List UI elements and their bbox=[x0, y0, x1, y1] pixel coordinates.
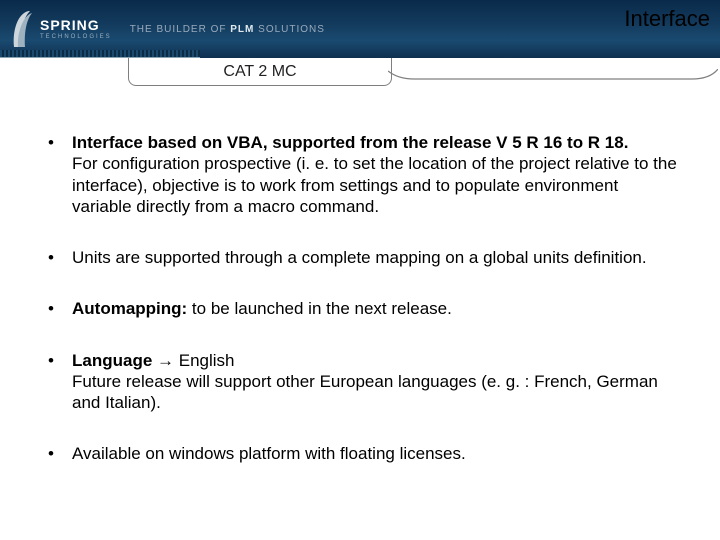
bullet4-strong: Language bbox=[72, 351, 152, 370]
header-bar: SPRING TECHNOLOGIES THE BUILDER OF PLM S… bbox=[0, 0, 720, 58]
header-pattern-strip bbox=[0, 50, 200, 58]
list-item: Automapping: to be launched in the next … bbox=[42, 298, 682, 319]
bullet5-text: Available on windows platform with float… bbox=[72, 444, 466, 463]
spring-logo-icon bbox=[10, 7, 36, 51]
bullet1-strong: Interface based on VBA, supported from t… bbox=[72, 133, 628, 152]
bullet-list: Interface based on VBA, supported from t… bbox=[42, 132, 682, 465]
logo-text-block: SPRING TECHNOLOGIES bbox=[40, 18, 112, 40]
list-item: Interface based on VBA, supported from t… bbox=[42, 132, 682, 217]
tab-cat2mc: CAT 2 MC bbox=[128, 58, 392, 86]
bullet3-strong: Automapping: bbox=[72, 299, 187, 318]
list-item: Units are supported through a complete m… bbox=[42, 247, 682, 268]
logo-subtext: TECHNOLOGIES bbox=[40, 34, 112, 40]
bullet2-text: Units are supported through a complete m… bbox=[72, 248, 647, 267]
list-item: Available on windows platform with float… bbox=[42, 443, 682, 464]
logo-text: SPRING bbox=[40, 18, 112, 32]
page-title: Interface bbox=[624, 6, 710, 32]
tagline-prefix: THE BUILDER OF bbox=[130, 24, 231, 35]
list-item: Language → English Future release will s… bbox=[42, 350, 682, 414]
tagline: THE BUILDER OF PLM SOLUTIONS bbox=[130, 24, 325, 35]
arrow-icon: → bbox=[152, 351, 178, 370]
bullet3-rest: to be launched in the next release. bbox=[187, 299, 452, 318]
bullet4-rest: Future release will support other Europe… bbox=[72, 372, 658, 412]
bullet4-lang: English bbox=[179, 351, 235, 370]
tagline-plm: PLM bbox=[230, 24, 254, 35]
tab-connector-line bbox=[388, 68, 718, 80]
bullet1-rest: For configuration prospective (i. e. to … bbox=[72, 154, 677, 216]
tagline-suffix: SOLUTIONS bbox=[254, 24, 325, 35]
content-area: Interface based on VBA, supported from t… bbox=[0, 92, 720, 465]
tab-row: CAT 2 MC bbox=[0, 58, 720, 92]
